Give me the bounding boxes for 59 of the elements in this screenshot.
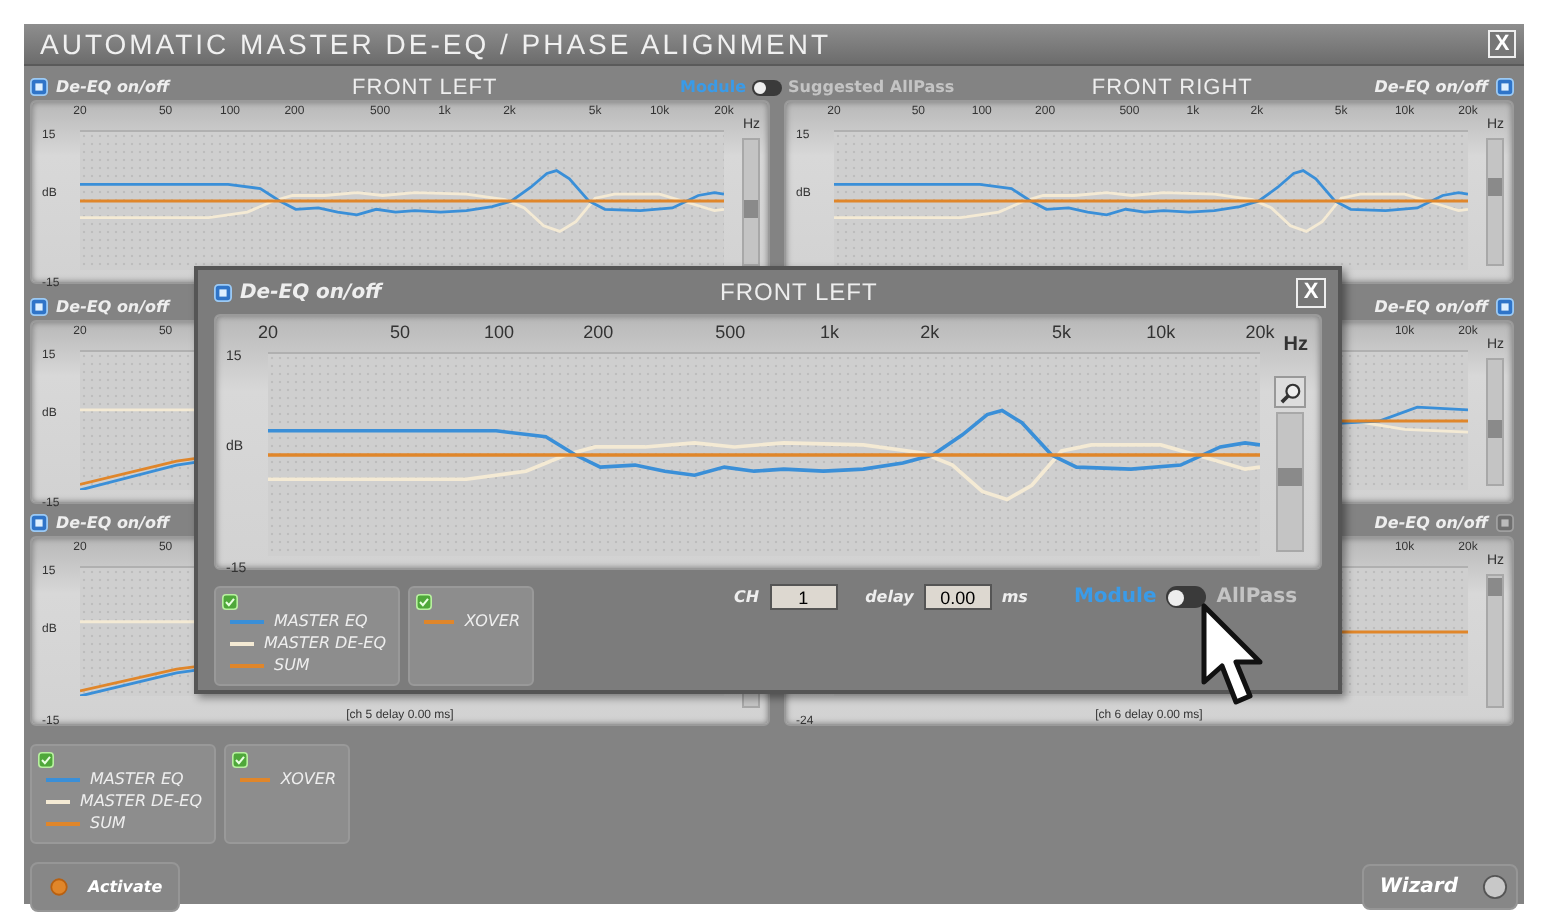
mode-label[interactable]: AllPass	[1216, 586, 1298, 608]
close-button[interactable]: X	[1296, 277, 1326, 307]
search-icon	[1279, 381, 1301, 403]
toggle-switch[interactable]	[1482, 874, 1508, 900]
axis-tick-label: 5k	[1052, 322, 1072, 342]
unit-label: ms	[1001, 588, 1028, 606]
de-eq-label: De-EQ on/off	[1374, 298, 1488, 316]
checkbox[interactable]	[30, 514, 48, 532]
legend-label: MASTER DE-EQ	[264, 634, 386, 652]
de-eq-label: De-EQ on/off	[56, 514, 170, 532]
axis-tick-label: 50	[389, 322, 410, 342]
axis-tick-label: 10k	[1146, 322, 1176, 342]
checkbox[interactable]	[1496, 298, 1514, 316]
zoom-button[interactable]	[1274, 376, 1306, 408]
legend-label: XOVER	[280, 770, 336, 788]
wizard-label: Wizard	[1379, 876, 1458, 898]
unit-label: Hz	[1283, 334, 1308, 356]
delay-field[interactable]: 0.00	[923, 584, 992, 610]
de-eq-label: De-EQ on/off	[1374, 514, 1488, 532]
indicator-icon	[50, 878, 68, 896]
axis-tick-label: 20	[258, 322, 278, 342]
channel-title: FRONT RIGHT	[1089, 75, 1255, 99]
legend-label: MASTER EQ	[90, 770, 184, 788]
scrollbar[interactable]	[1486, 138, 1504, 266]
legend-label: SUM	[90, 814, 126, 832]
legend-label: XOVER	[464, 612, 520, 630]
de-eq-label: De-EQ on/off	[1374, 78, 1488, 96]
legend-label: MASTER EQ	[274, 612, 368, 630]
axis-tick-label: 500	[715, 322, 746, 342]
axis-tick-label: 1k	[819, 322, 839, 342]
channel-title: FRONT LEFT	[350, 75, 500, 99]
scrollbar[interactable]	[1486, 358, 1504, 486]
legend-label: MASTER DE-EQ	[80, 792, 202, 810]
checkbox[interactable]	[30, 298, 48, 316]
checkbox[interactable]	[1496, 514, 1514, 532]
axis-tick-label: 2k	[920, 322, 940, 342]
window-title: AUTOMATIC MASTER DE-EQ / PHASE ALIGNMENT	[40, 28, 832, 60]
mode-label[interactable]: Suggested AllPass	[788, 78, 955, 96]
toggle-switch[interactable]	[752, 79, 783, 95]
de-eq-label: De-EQ on/off	[56, 78, 170, 96]
legend-label: SUM	[274, 656, 310, 674]
axis-tick-label: 200	[583, 322, 614, 342]
activate-button[interactable]: Activate	[30, 862, 181, 912]
scrollbar[interactable]	[1276, 412, 1304, 552]
field-label: delay	[865, 588, 914, 606]
checkbox[interactable]	[30, 78, 48, 96]
channel-field[interactable]: 1	[769, 584, 838, 610]
de-eq-label: De-EQ on/off	[240, 281, 382, 303]
scrollbar[interactable]	[1486, 574, 1504, 708]
close-button[interactable]: X	[1488, 30, 1516, 58]
field-label: CH	[734, 588, 760, 606]
de-eq-label: De-EQ on/off	[56, 298, 170, 316]
checkbox[interactable]	[214, 283, 232, 301]
scrollbar[interactable]	[742, 138, 760, 266]
dialog-title: FRONT LEFT	[718, 278, 880, 306]
axis-tick-label: 100	[484, 322, 515, 342]
axis-tick-label: 20k	[1245, 322, 1275, 342]
checkbox[interactable]	[1496, 78, 1514, 96]
toggle-switch[interactable]	[1166, 586, 1207, 608]
